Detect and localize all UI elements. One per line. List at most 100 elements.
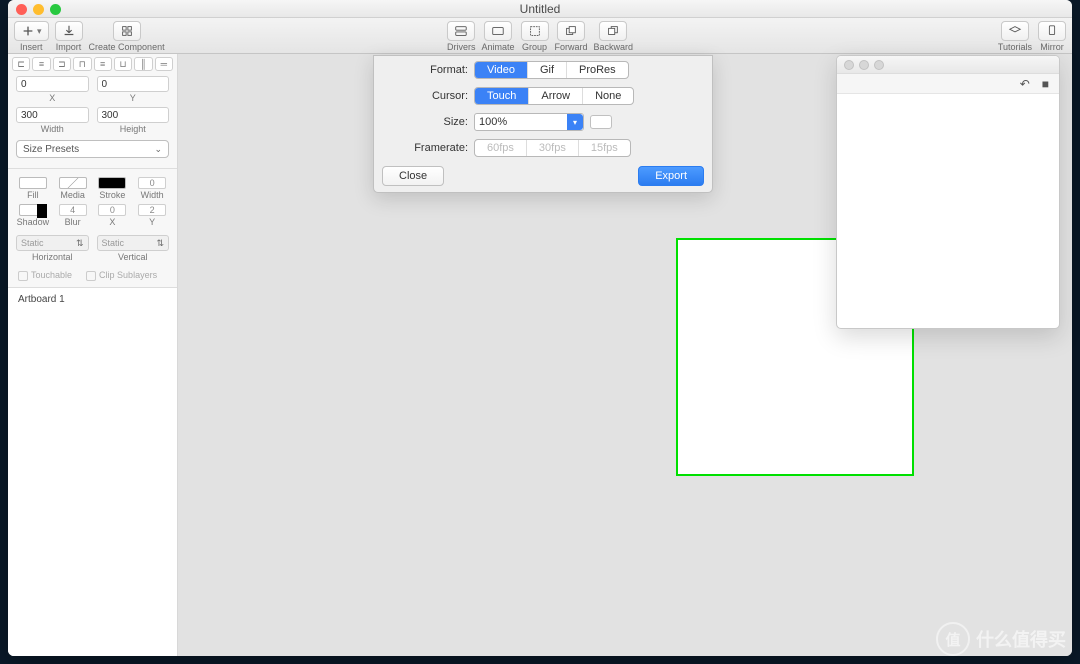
size-select[interactable]: 100% ▾ xyxy=(474,113,584,131)
cursor-segment: Touch Arrow None xyxy=(474,87,634,105)
plus-icon xyxy=(21,24,35,38)
framerate-15-option: 15fps xyxy=(579,140,630,156)
close-button[interactable]: Close xyxy=(382,166,444,186)
toolbar-component: Create Component xyxy=(89,21,165,52)
framerate-segment: 60fps 30fps 15fps xyxy=(474,139,631,157)
tutorials-label: Tutorials xyxy=(998,42,1032,52)
drivers-label: Drivers xyxy=(447,42,476,52)
import-button[interactable] xyxy=(55,21,83,41)
shadow-y-input[interactable] xyxy=(138,204,166,216)
download-icon xyxy=(62,24,76,38)
undo-icon[interactable]: ↶ xyxy=(1020,77,1030,91)
chevron-down-icon: ▾ xyxy=(567,114,583,130)
backward-label: Backward xyxy=(594,42,634,52)
backward-button[interactable] xyxy=(599,21,627,41)
format-gif-option[interactable]: Gif xyxy=(528,62,567,78)
chevron-updown-icon: ⇅ xyxy=(76,238,84,249)
component-label: Create Component xyxy=(89,42,165,52)
forward-icon xyxy=(564,24,578,38)
align-vcenter-button[interactable]: ≡ xyxy=(94,57,112,71)
stroke-width-input[interactable] xyxy=(138,177,166,189)
format-video-option[interactable]: Video xyxy=(475,62,528,78)
clip-sublayers-checkbox[interactable]: Clip Sublayers xyxy=(86,270,157,281)
height-input[interactable] xyxy=(97,107,170,123)
vertical-constraint-select[interactable]: Static⇅ xyxy=(97,235,170,251)
drivers-button[interactable] xyxy=(447,21,475,41)
record-icon[interactable]: ■ xyxy=(1042,77,1049,91)
tutorials-button[interactable] xyxy=(1001,21,1029,41)
retina-toggle[interactable] xyxy=(590,115,612,129)
toolbar-left: ▾ Insert Import Create Component xyxy=(14,21,165,52)
cursor-none-option[interactable]: None xyxy=(583,88,633,104)
media-label: Media xyxy=(60,190,85,200)
chevron-down-icon: ⌄ xyxy=(154,144,162,155)
toolbar-insert: ▾ Insert xyxy=(14,21,49,52)
shadow-x-input[interactable] xyxy=(98,204,126,216)
distribute-h-button[interactable]: ║ xyxy=(134,57,152,71)
preview-maximize-icon[interactable] xyxy=(874,60,884,70)
drivers-icon xyxy=(454,24,468,38)
fill-swatch[interactable] xyxy=(19,177,47,189)
sx-label: X xyxy=(109,217,115,227)
cursor-label: Cursor: xyxy=(374,90,474,102)
blur-input[interactable] xyxy=(59,204,87,216)
import-label: Import xyxy=(56,42,82,52)
cursor-arrow-option[interactable]: Arrow xyxy=(529,88,583,104)
forward-label: Forward xyxy=(555,42,588,52)
format-prores-option[interactable]: ProRes xyxy=(567,62,628,78)
align-hcenter-button[interactable]: ≡ xyxy=(32,57,50,71)
inspector-panel: ⊏ ≡ ⊐ ⊓ ≡ ⊔ ║ ═ X Y Width Height Size Pr… xyxy=(8,54,178,656)
align-bottom-button[interactable]: ⊔ xyxy=(114,57,132,71)
mirror-button[interactable] xyxy=(1038,21,1066,41)
width-label: Width xyxy=(41,124,64,134)
layer-item[interactable]: Artboard 1 xyxy=(18,294,167,305)
forward-button[interactable] xyxy=(557,21,585,41)
tutorials-icon xyxy=(1008,24,1022,38)
framerate-30-option: 30fps xyxy=(527,140,579,156)
x-input[interactable] xyxy=(16,76,89,92)
shadow-label: Shadow xyxy=(17,217,50,227)
vertical-label: Vertical xyxy=(118,252,148,262)
animate-icon xyxy=(491,24,505,38)
align-top-button[interactable]: ⊓ xyxy=(73,57,91,71)
align-left-button[interactable]: ⊏ xyxy=(12,57,30,71)
media-swatch[interactable] xyxy=(59,177,87,189)
align-right-button[interactable]: ⊐ xyxy=(53,57,71,71)
preview-minimize-icon[interactable] xyxy=(859,60,869,70)
size-presets-select[interactable]: Size Presets ⌄ xyxy=(16,140,169,158)
toolbar-right: Tutorials Mirror xyxy=(998,21,1066,52)
create-component-button[interactable] xyxy=(113,21,141,41)
preview-close-icon[interactable] xyxy=(844,60,854,70)
fill-label: Fill xyxy=(27,190,39,200)
group-icon xyxy=(528,24,542,38)
titlebar: Untitled xyxy=(8,0,1072,18)
insert-label: Insert xyxy=(20,42,43,52)
sy-label: Y xyxy=(149,217,155,227)
stroke-label: Stroke xyxy=(99,190,125,200)
framerate-60-option: 60fps xyxy=(475,140,527,156)
size-presets-label: Size Presets xyxy=(23,144,79,155)
touchable-checkbox[interactable]: Touchable xyxy=(18,270,72,281)
group-button[interactable] xyxy=(521,21,549,41)
shadow-swatch[interactable] xyxy=(19,204,47,216)
component-icon xyxy=(120,24,134,38)
cursor-touch-option[interactable]: Touch xyxy=(475,88,529,104)
blur-label: Blur xyxy=(65,217,81,227)
y-input[interactable] xyxy=(97,76,170,92)
horizontal-constraint-select[interactable]: Static⇅ xyxy=(16,235,89,251)
stroke-swatch[interactable] xyxy=(98,177,126,189)
export-dialog: Format: Video Gif ProRes Cursor: Touch A… xyxy=(373,55,713,193)
export-button[interactable]: Export xyxy=(638,166,704,186)
preview-toolbar: ↶ ■ xyxy=(837,74,1059,94)
horizontal-label: Horizontal xyxy=(32,252,73,262)
preview-window: ↶ ■ xyxy=(836,55,1060,329)
divider xyxy=(8,168,177,169)
distribute-v-button[interactable]: ═ xyxy=(155,57,173,71)
width-input[interactable] xyxy=(16,107,89,123)
mirror-icon xyxy=(1045,24,1059,38)
toolbar: ▾ Insert Import Create Component Drivers… xyxy=(8,18,1072,54)
toolbar-import: Import xyxy=(55,21,83,52)
animate-button[interactable] xyxy=(484,21,512,41)
insert-button[interactable]: ▾ xyxy=(14,21,49,41)
window-title: Untitled xyxy=(8,2,1072,16)
